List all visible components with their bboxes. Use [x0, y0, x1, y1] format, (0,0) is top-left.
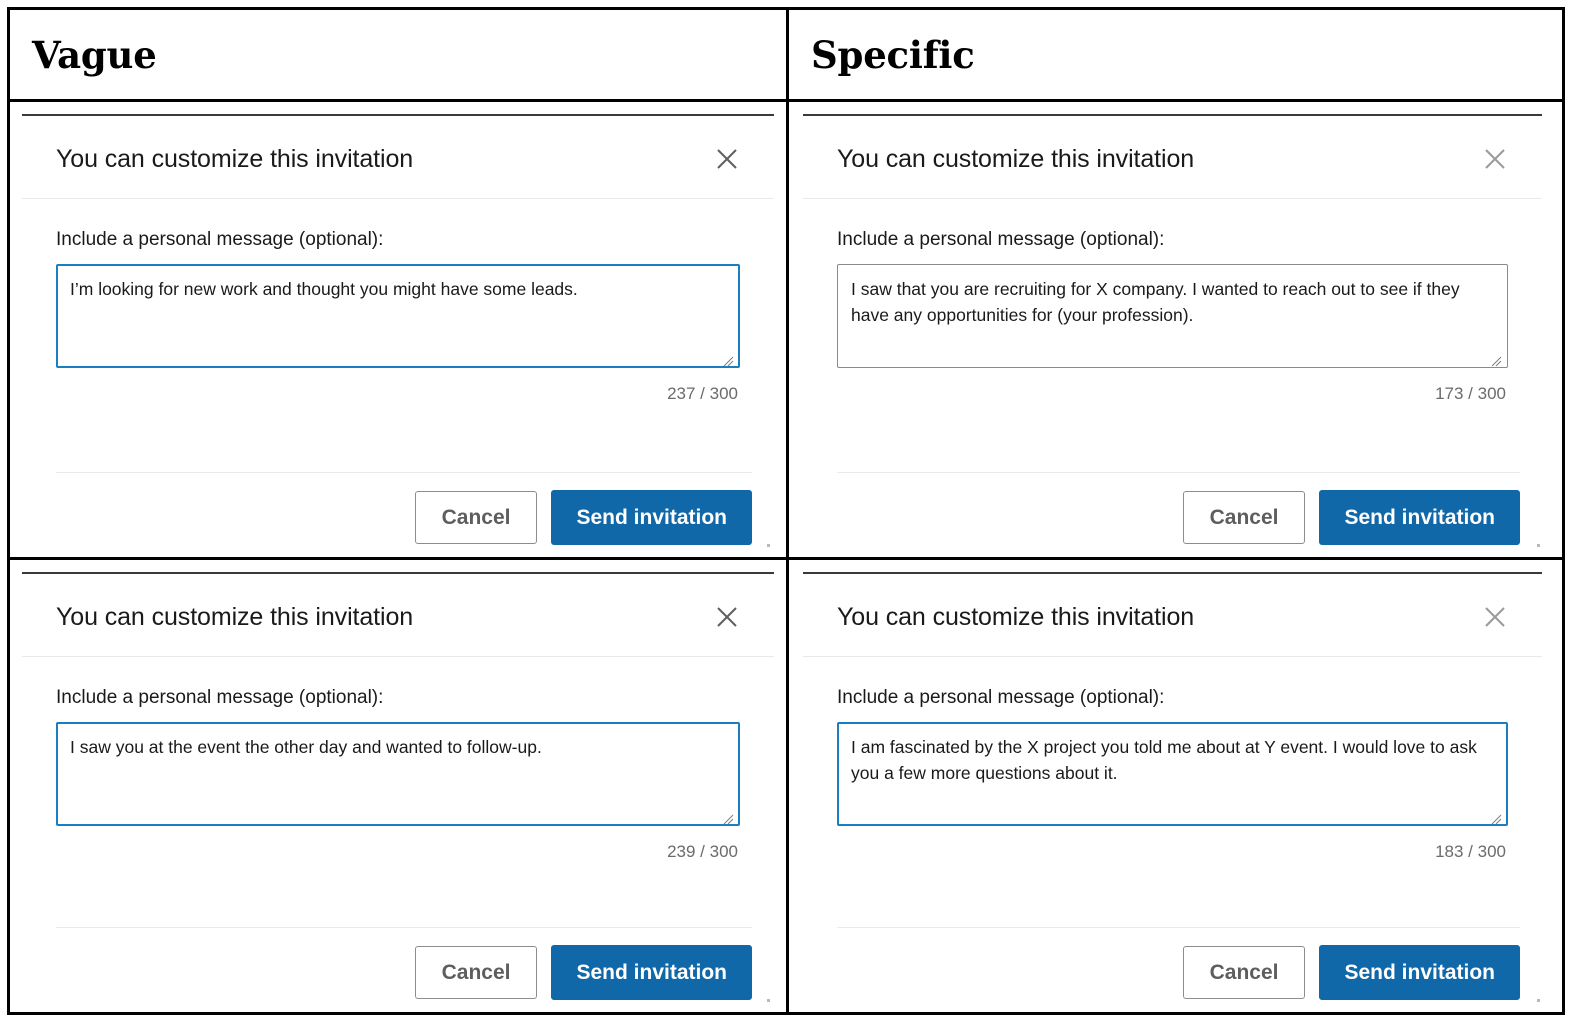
render-artifact: [767, 544, 770, 547]
dialog-footer: Cancel Send invitation: [837, 472, 1520, 545]
quadrant-vague-top: You can customize this invitation Includ…: [10, 102, 786, 557]
message-textarea-wrapper: [837, 722, 1508, 831]
render-artifact: [1537, 999, 1540, 1002]
column-header-specific: Specific: [786, 10, 1562, 102]
message-field-label: Include a personal message (optional):: [837, 229, 1165, 250]
dialog-body: Include a personal message (optional): 2…: [22, 657, 774, 913]
dialog-body: Include a personal message (optional): 1…: [803, 199, 1542, 458]
dialog-title: You can customize this invitation: [56, 144, 414, 173]
close-button[interactable]: [1478, 600, 1512, 634]
send-invitation-button[interactable]: Send invitation: [551, 490, 752, 545]
render-artifact: [767, 999, 770, 1002]
invitation-dialog: You can customize this invitation Includ…: [803, 572, 1542, 1000]
character-counter: 173 / 300: [1435, 384, 1506, 403]
close-icon: [717, 149, 737, 169]
message-field-label: Include a personal message (optional):: [56, 229, 384, 250]
quadrant-specific-top: You can customize this invitation Includ…: [786, 102, 1562, 557]
character-counter: 237 / 300: [667, 384, 738, 403]
dialog-header: You can customize this invitation: [803, 116, 1542, 199]
cancel-button[interactable]: Cancel: [1182, 491, 1306, 544]
dialog-header: You can customize this invitation: [22, 116, 774, 199]
personal-message-input[interactable]: [837, 264, 1508, 368]
dialog-footer: Cancel Send invitation: [56, 472, 752, 545]
dialog-title: You can customize this invitation: [837, 144, 1195, 173]
dialog-body: Include a personal message (optional): 1…: [803, 657, 1542, 913]
close-icon: [1485, 607, 1505, 627]
personal-message-input[interactable]: [837, 722, 1508, 826]
message-textarea-wrapper: [56, 722, 740, 831]
dialog-footer: Cancel Send invitation: [56, 927, 752, 1000]
dialog-header: You can customize this invitation: [22, 574, 774, 657]
invitation-dialog: You can customize this invitation Includ…: [22, 572, 774, 1000]
close-button[interactable]: [1478, 142, 1512, 176]
personal-message-input[interactable]: [56, 264, 740, 368]
character-counter: 239 / 300: [667, 842, 738, 861]
send-invitation-button[interactable]: Send invitation: [551, 945, 752, 1000]
personal-message-input[interactable]: [56, 722, 740, 826]
quadrant-specific-bottom: You can customize this invitation Includ…: [786, 557, 1562, 1012]
dialog-footer: Cancel Send invitation: [837, 927, 1520, 1000]
message-field-label: Include a personal message (optional):: [837, 687, 1165, 708]
invitation-dialog: You can customize this invitation Includ…: [803, 114, 1542, 545]
message-field-label: Include a personal message (optional):: [56, 687, 384, 708]
invitation-dialog: You can customize this invitation Includ…: [22, 114, 774, 545]
character-counter: 183 / 300: [1435, 842, 1506, 861]
column-heading-label: Specific: [811, 32, 975, 77]
send-invitation-button[interactable]: Send invitation: [1319, 945, 1520, 1000]
dialog-title: You can customize this invitation: [837, 602, 1195, 631]
close-button[interactable]: [710, 142, 744, 176]
close-icon: [717, 607, 737, 627]
cancel-button[interactable]: Cancel: [1182, 946, 1306, 999]
dialog-title: You can customize this invitation: [56, 602, 414, 631]
message-textarea-wrapper: [837, 264, 1508, 373]
dialog-header: You can customize this invitation: [803, 574, 1542, 657]
quadrant-vague-bottom: You can customize this invitation Includ…: [10, 557, 786, 1012]
cancel-button[interactable]: Cancel: [414, 946, 538, 999]
cancel-button[interactable]: Cancel: [414, 491, 538, 544]
render-artifact: [1537, 544, 1540, 547]
dialog-body: Include a personal message (optional): 2…: [22, 199, 774, 458]
column-heading-label: Vague: [32, 32, 157, 77]
comparison-grid: Vague Specific You can customize this in…: [7, 7, 1565, 1015]
message-textarea-wrapper: [56, 264, 740, 373]
close-button[interactable]: [710, 600, 744, 634]
column-header-vague: Vague: [10, 10, 786, 102]
close-icon: [1485, 149, 1505, 169]
send-invitation-button[interactable]: Send invitation: [1319, 490, 1520, 545]
